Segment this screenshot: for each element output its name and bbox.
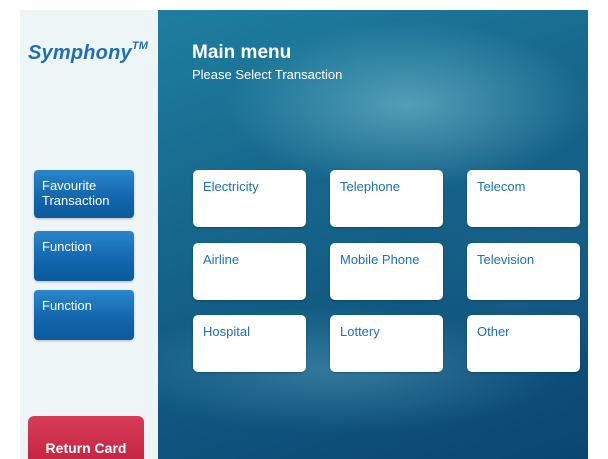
page-subtitle: Please Select Transaction	[192, 67, 343, 82]
page-title: Main menu	[192, 42, 292, 63]
telecom-button[interactable]: Telecom	[467, 170, 580, 227]
other-button[interactable]: Other	[467, 315, 580, 372]
main-panel: Main menu Please Select Transaction Elec…	[158, 10, 588, 459]
television-button[interactable]: Television	[467, 243, 580, 300]
function-button-2[interactable]: Function	[34, 290, 134, 340]
telephone-button[interactable]: Telephone	[330, 170, 443, 227]
airline-button[interactable]: Airline	[193, 243, 306, 300]
mobile-phone-button[interactable]: Mobile Phone	[330, 243, 443, 300]
favourite-transaction-button[interactable]: Favourite Transaction	[34, 170, 134, 218]
function-button-1[interactable]: Function	[34, 231, 134, 281]
lottery-button[interactable]: Lottery	[330, 315, 443, 372]
return-card-button[interactable]: Return Card	[28, 416, 144, 459]
hospital-button[interactable]: Hospital	[193, 315, 306, 372]
electricity-button[interactable]: Electricity	[193, 170, 306, 227]
symphony-logo: SymphonyTM	[28, 40, 149, 64]
atm-screen: SymphonyTM Favourite Transaction Functio…	[20, 10, 588, 459]
sidebar: SymphonyTM Favourite Transaction Functio…	[20, 10, 158, 459]
